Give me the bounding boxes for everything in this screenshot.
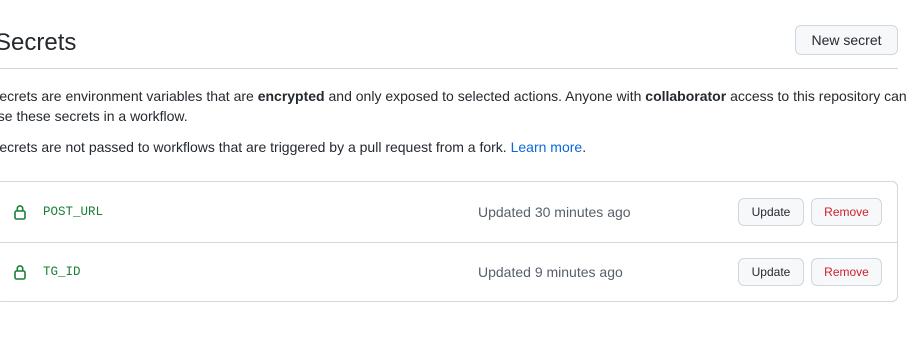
secret-name: TG_ID [43, 265, 81, 279]
description-emphasis-collaborator: collaborator [645, 88, 727, 104]
secret-row: POST_URL Updated 30 minutes ago Update R… [0, 182, 897, 242]
lock-icon [13, 204, 27, 220]
secret-updated-time: Updated 9 minutes ago [478, 264, 623, 280]
description-text: access to this repository can [726, 88, 907, 104]
description-line-3: Secrets are not passed to workflows that… [0, 137, 586, 157]
secrets-list: POST_URL Updated 30 minutes ago Update R… [0, 181, 898, 302]
description-text: and only exposed to selected actions. An… [324, 88, 646, 104]
description-text: . [582, 139, 587, 155]
new-secret-button[interactable]: New secret [795, 25, 898, 55]
secret-row: TG_ID Updated 9 minutes ago Update Remov… [0, 242, 897, 302]
description-line-2: use these secrets in a workflow. [0, 108, 188, 124]
secrets-header: Secrets New secret [0, 16, 898, 69]
page-title: Secrets [0, 29, 77, 56]
secrets-page: Secrets New secret Secrets are environme… [0, 0, 918, 341]
description-text: Secrets are environment variables that a… [0, 88, 258, 104]
secret-name: POST_URL [43, 205, 104, 219]
remove-secret-button[interactable]: Remove [811, 258, 882, 286]
update-secret-button[interactable]: Update [738, 198, 804, 226]
description-line-1: Secrets are environment variables that a… [0, 86, 907, 106]
lock-icon [13, 264, 27, 280]
learn-more-link[interactable]: Learn more [511, 139, 583, 155]
description-text: Secrets are not passed to workflows that… [0, 139, 511, 155]
update-secret-button[interactable]: Update [738, 258, 804, 286]
remove-secret-button[interactable]: Remove [811, 198, 882, 226]
description-emphasis-encrypted: encrypted [257, 88, 325, 104]
secret-updated-time: Updated 30 minutes ago [478, 204, 631, 220]
